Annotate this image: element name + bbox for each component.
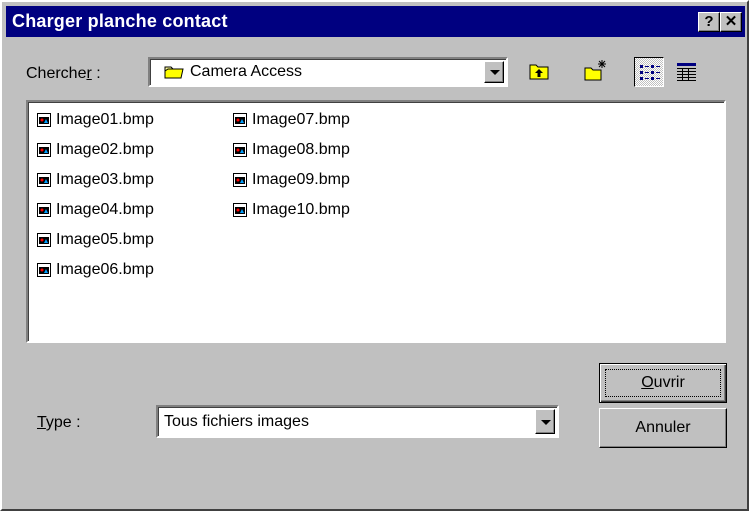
title-bar: Charger planche contact ? ✕ xyxy=(6,6,745,37)
file-name: Image09.bmp xyxy=(252,171,350,188)
file-name: Image02.bmp xyxy=(56,141,154,158)
help-button[interactable]: ? xyxy=(698,12,720,32)
bitmap-file-icon xyxy=(233,203,247,217)
up-folder-icon xyxy=(529,64,549,80)
up-folder-button[interactable] xyxy=(525,57,555,87)
file-name: Image05.bmp xyxy=(56,231,154,248)
file-name: Image10.bmp xyxy=(252,201,350,218)
lookin-label-prefix: Cherche xyxy=(26,65,87,82)
dialog-title: Charger planche contact xyxy=(12,11,228,31)
file-list[interactable]: Image01.bmp Image02.bmp Image03.bmp Image04… xyxy=(26,100,726,343)
file-item[interactable]: Image08.bmp xyxy=(232,139,350,161)
file-name: Image04.bmp xyxy=(56,201,154,218)
type-value: Tous fichiers images xyxy=(164,413,309,430)
type-label: Type : xyxy=(37,414,81,432)
file-item[interactable]: Image01.bmp xyxy=(36,109,154,131)
file-list-border xyxy=(28,102,724,341)
lookin-dropdown-arrow[interactable] xyxy=(484,61,504,83)
list-view-icon xyxy=(640,65,660,80)
bitmap-file-icon xyxy=(37,233,51,247)
file-item[interactable]: Image02.bmp xyxy=(36,139,154,161)
bitmap-file-icon xyxy=(233,173,247,187)
file-name: Image06.bmp xyxy=(56,261,154,278)
file-item[interactable]: Image07.bmp xyxy=(232,109,350,131)
file-item[interactable]: Image10.bmp xyxy=(232,199,350,221)
bitmap-file-icon xyxy=(37,173,51,187)
list-view-button[interactable] xyxy=(634,57,664,87)
lookin-label-suffix: : xyxy=(91,65,101,82)
folder-icon xyxy=(164,66,184,79)
bitmap-file-icon xyxy=(37,263,51,277)
file-name: Image08.bmp xyxy=(252,141,350,158)
bitmap-file-icon xyxy=(37,143,51,157)
type-label-accel: T xyxy=(37,414,46,431)
lookin-combo[interactable]: Camera Access xyxy=(148,57,508,87)
file-name: Image03.bmp xyxy=(56,171,154,188)
cancel-button[interactable]: Annuler xyxy=(599,408,727,448)
focus-rect xyxy=(605,369,721,397)
file-item[interactable]: Image03.bmp xyxy=(36,169,154,191)
type-combo[interactable]: Tous fichiers images xyxy=(156,405,559,438)
file-item[interactable]: Image05.bmp xyxy=(36,229,154,251)
bitmap-file-icon xyxy=(233,113,247,127)
lookin-value: Camera Access xyxy=(190,63,303,80)
type-dropdown-arrow[interactable] xyxy=(535,409,555,434)
details-view-button[interactable] xyxy=(672,57,702,87)
file-item[interactable]: Image06.bmp xyxy=(36,259,154,281)
lookin-label: Chercher : xyxy=(26,65,101,83)
file-item[interactable]: Image04.bmp xyxy=(36,199,154,221)
bitmap-file-icon xyxy=(37,113,51,127)
new-folder-button[interactable] xyxy=(581,57,611,87)
file-open-dialog: Charger planche contact ? ✕ Chercher : C… xyxy=(0,0,749,511)
bitmap-file-icon xyxy=(233,143,247,157)
type-label-rest: ype : xyxy=(45,414,81,431)
file-name: Image01.bmp xyxy=(56,111,154,128)
close-button[interactable]: ✕ xyxy=(720,12,742,32)
open-button[interactable]: Ouvrir xyxy=(599,363,727,403)
details-view-icon xyxy=(677,63,696,81)
file-item[interactable]: Image09.bmp xyxy=(232,169,350,191)
file-name: Image07.bmp xyxy=(252,111,350,128)
bitmap-file-icon xyxy=(37,203,51,217)
new-folder-icon xyxy=(584,60,606,81)
